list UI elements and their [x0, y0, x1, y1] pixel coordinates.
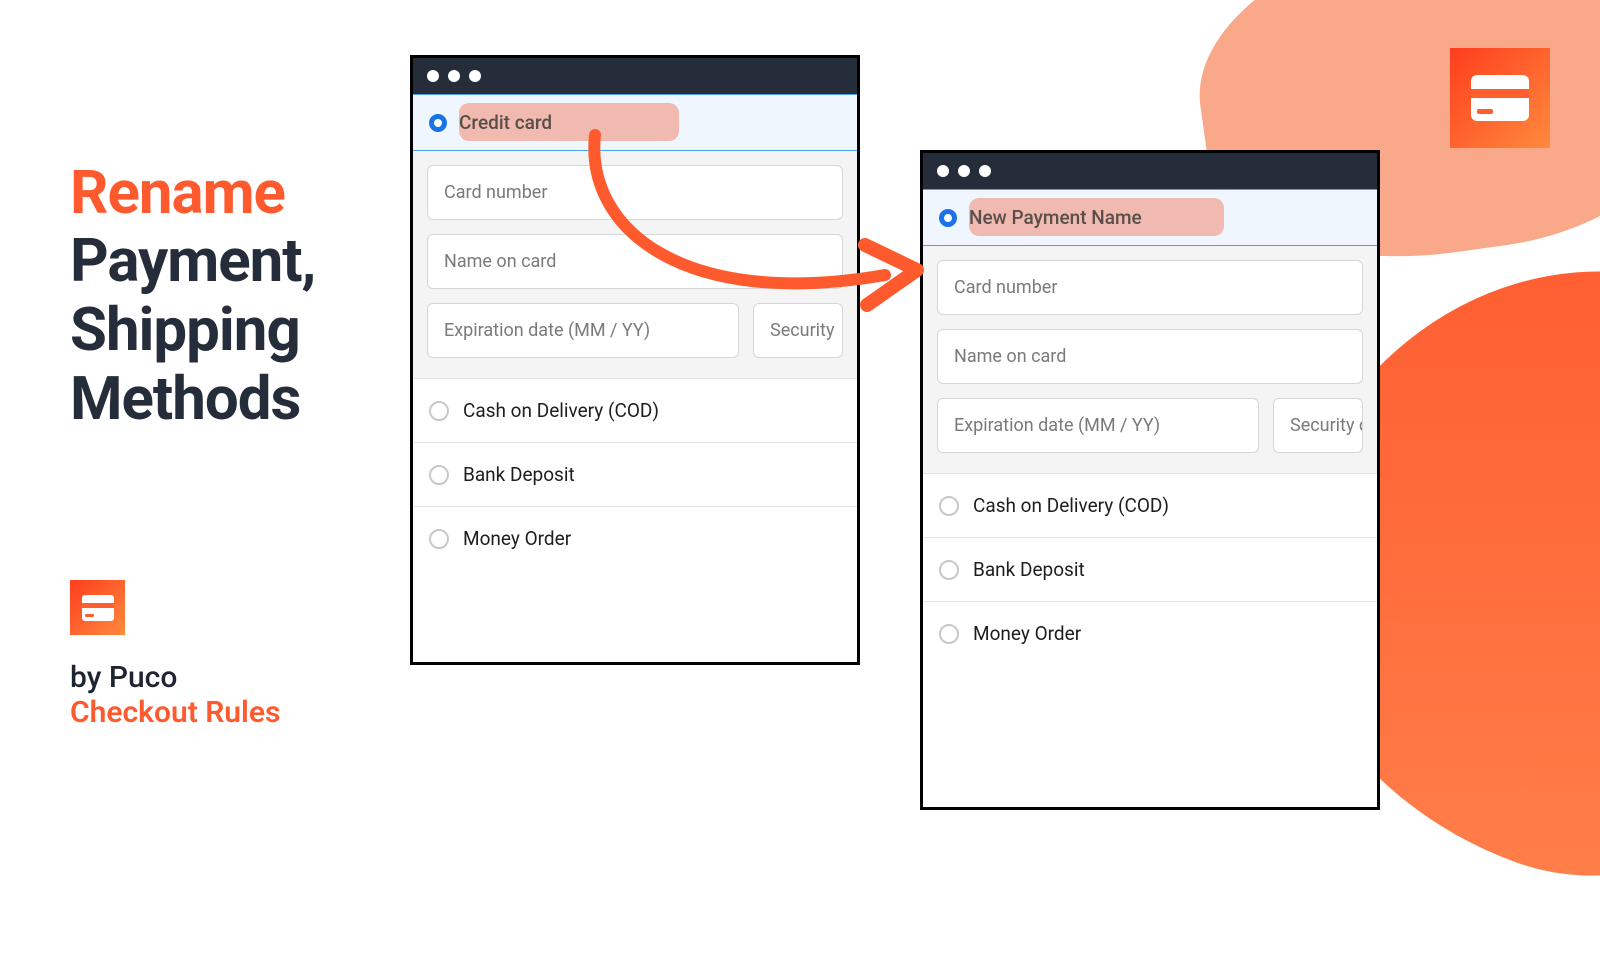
expiration-field[interactable]: Expiration date (MM / YY): [427, 303, 739, 358]
payment-method-label: Bank Deposit: [463, 463, 575, 486]
radio-unselected-icon: [429, 401, 449, 421]
payment-method-label: Credit card: [459, 111, 552, 134]
window-titlebar: [923, 153, 1377, 189]
payment-method-label: Cash on Delivery (COD): [463, 399, 659, 422]
byline: by Puco Checkout Rules: [70, 660, 280, 730]
radio-unselected-icon: [429, 529, 449, 549]
page-title: Rename Payment, Shipping Methods: [70, 160, 315, 433]
byline-author: by Puco: [70, 660, 280, 695]
radio-unselected-icon: [939, 560, 959, 580]
checkout-window-before: Credit card Card number Name on card Exp…: [410, 55, 860, 665]
radio-unselected-icon: [429, 465, 449, 485]
card-number-field[interactable]: Card number: [427, 165, 843, 220]
payment-method-label: Cash on Delivery (COD): [973, 494, 1169, 517]
payment-method-selected[interactable]: Credit card: [413, 94, 857, 151]
expiration-field[interactable]: Expiration date (MM / YY): [937, 398, 1259, 453]
window-control-dot[interactable]: [958, 165, 970, 177]
payment-method-option[interactable]: Bank Deposit: [413, 443, 857, 507]
window-control-dot[interactable]: [469, 70, 481, 82]
radio-selected-icon: [939, 209, 957, 227]
name-on-card-field[interactable]: Name on card: [937, 329, 1363, 384]
name-on-card-field[interactable]: Name on card: [427, 234, 843, 289]
card-form: Card number Name on card Expiration date…: [413, 151, 857, 379]
window-control-dot[interactable]: [427, 70, 439, 82]
credit-card-icon: [70, 580, 125, 635]
payment-method-option[interactable]: Bank Deposit: [923, 538, 1377, 602]
radio-unselected-icon: [939, 624, 959, 644]
credit-card-icon: [1450, 48, 1550, 148]
card-form: Card number Name on card Expiration date…: [923, 246, 1377, 474]
payment-method-selected[interactable]: New Payment Name: [923, 189, 1377, 246]
checkout-window-after: New Payment Name Card number Name on car…: [920, 150, 1380, 810]
window-control-dot[interactable]: [937, 165, 949, 177]
payment-method-label: Money Order: [463, 527, 571, 550]
payment-method-option[interactable]: Cash on Delivery (COD): [413, 379, 857, 443]
payment-method-option[interactable]: Money Order: [923, 602, 1377, 665]
payment-method-option[interactable]: Cash on Delivery (COD): [923, 474, 1377, 538]
radio-selected-icon: [429, 114, 447, 132]
heading-line-1: Rename: [70, 160, 315, 226]
radio-unselected-icon: [939, 496, 959, 516]
heading-line-3: Shipping: [70, 295, 315, 364]
card-number-field[interactable]: Card number: [937, 260, 1363, 315]
security-code-field[interactable]: Security c: [1273, 398, 1363, 453]
payment-method-label: New Payment Name: [969, 206, 1142, 229]
window-control-dot[interactable]: [448, 70, 460, 82]
payment-method-label: Money Order: [973, 622, 1081, 645]
payment-method-label: Bank Deposit: [973, 558, 1085, 581]
heading-line-4: Methods: [70, 364, 315, 433]
window-control-dot[interactable]: [979, 165, 991, 177]
window-titlebar: [413, 58, 857, 94]
security-code-field[interactable]: Security: [753, 303, 843, 358]
byline-product: Checkout Rules: [70, 695, 280, 730]
payment-method-option[interactable]: Money Order: [413, 507, 857, 570]
heading-line-2: Payment,: [70, 226, 315, 295]
